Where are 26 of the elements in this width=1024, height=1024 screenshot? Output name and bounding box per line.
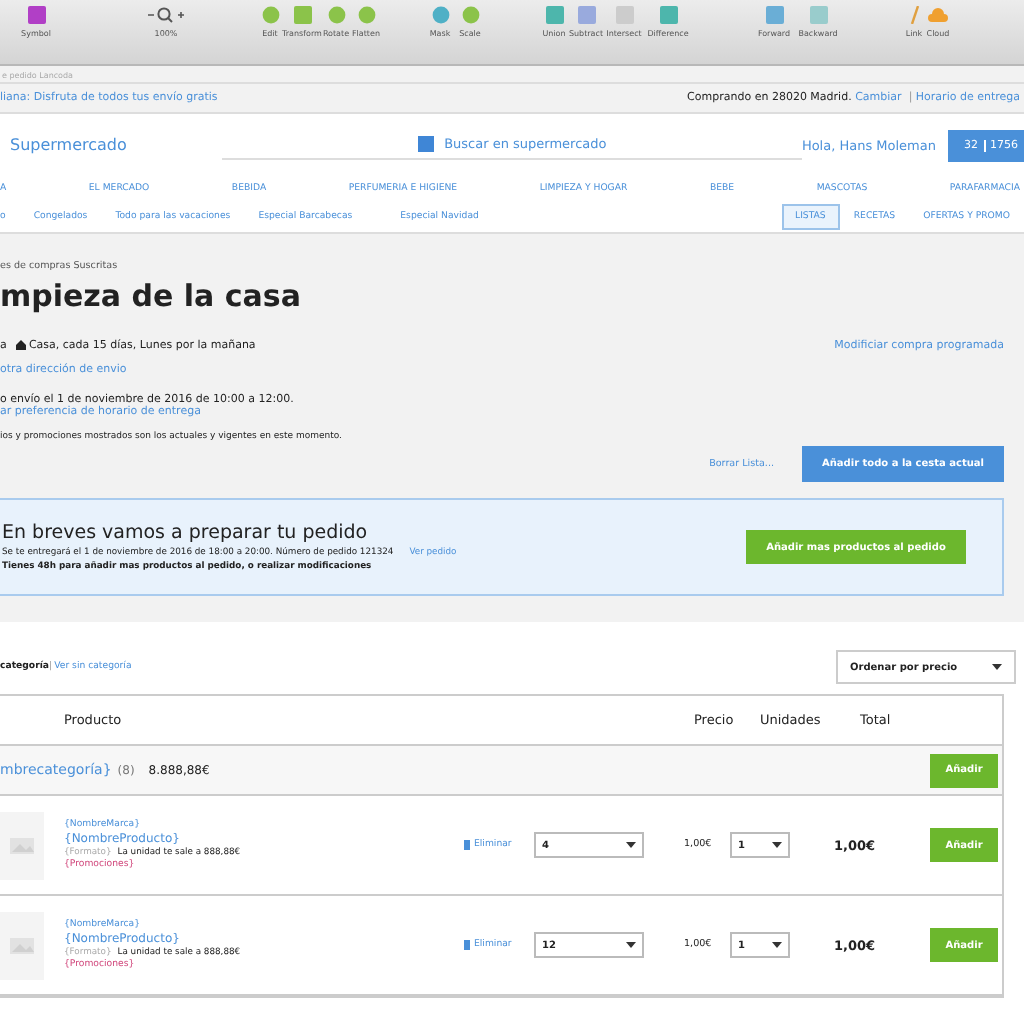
caret-icon (626, 842, 636, 848)
trash-icon (464, 940, 470, 950)
caret-icon (772, 942, 782, 948)
caret-icon (992, 664, 1002, 670)
trash-icon (464, 840, 470, 850)
square-icon[interactable] (765, 6, 783, 24)
notice-title: En breves vamos a preparar tu pedido (2, 522, 370, 544)
square-icon[interactable] (545, 6, 563, 24)
square-icon[interactable] (27, 6, 45, 24)
circle-icon[interactable] (431, 6, 449, 24)
square-icon[interactable] (577, 6, 595, 24)
link-icon[interactable] (909, 6, 919, 24)
circle-icon[interactable] (327, 6, 345, 24)
caret-icon (626, 942, 636, 948)
search-icon (418, 136, 435, 152)
circle-icon[interactable] (461, 6, 479, 24)
cloud-icon[interactable] (928, 6, 948, 24)
square-icon[interactable] (293, 6, 311, 24)
zoom-icon[interactable] (146, 6, 186, 24)
circle-icon[interactable] (261, 6, 279, 24)
square-icon[interactable] (659, 6, 677, 24)
logo-text[interactable]: Supermercado (10, 136, 127, 154)
circle-icon[interactable] (357, 6, 375, 24)
caret-icon (772, 842, 782, 848)
list-title: mpieza de la casa (0, 278, 303, 314)
house-icon (16, 340, 27, 350)
